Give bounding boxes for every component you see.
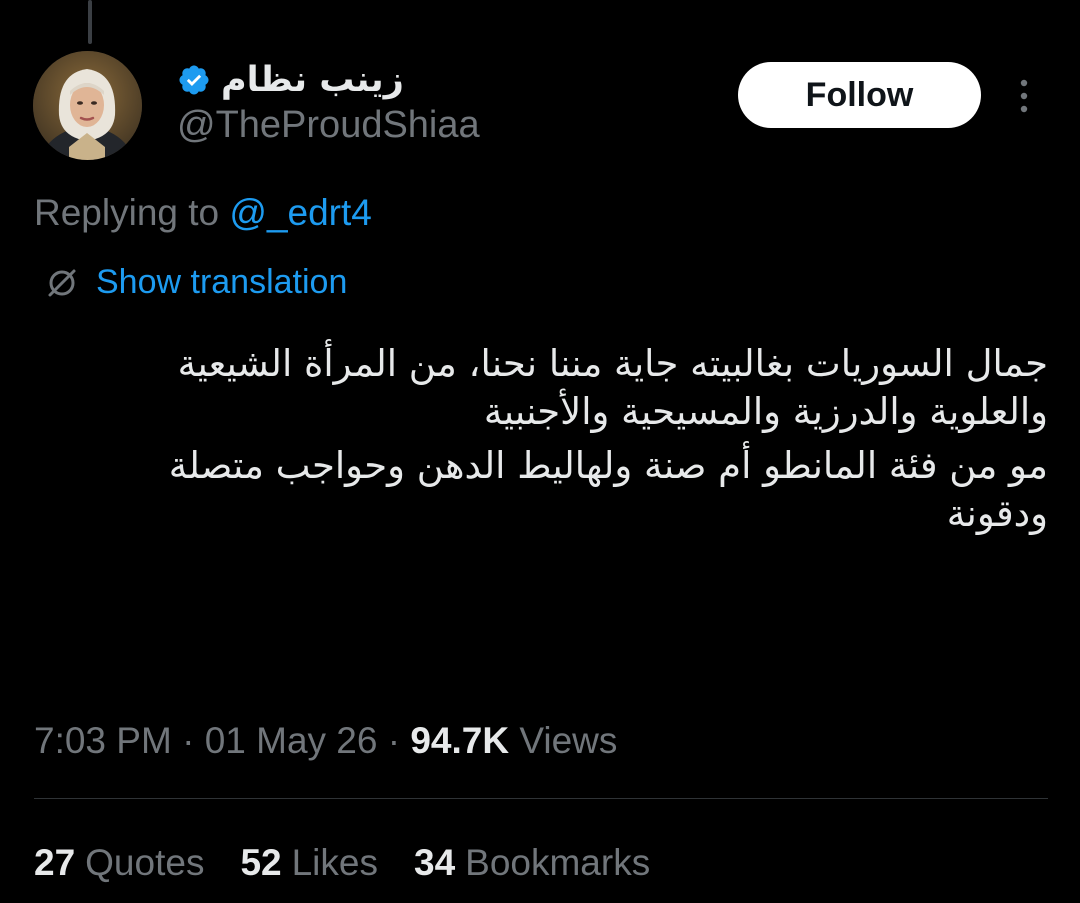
- likes-label: Likes: [291, 842, 378, 883]
- tweet-paragraph: مو من فئة المانطو أم صنة ولهاليط الدهن و…: [168, 444, 1048, 535]
- tweet-paragraph: جمال السوريات بغالبيته جاية مننا نحنا، م…: [177, 342, 1048, 433]
- author-name-row: زينب نظام: [177, 60, 404, 100]
- bookmarks-count: 34: [414, 842, 456, 883]
- tweet-time[interactable]: 7:03 PM: [34, 720, 172, 761]
- likes-stat[interactable]: 52 Likes: [240, 842, 378, 884]
- quotes-stat[interactable]: 27 Quotes: [34, 842, 204, 884]
- more-vertical-icon[interactable]: [1010, 76, 1038, 116]
- quotes-label: Quotes: [85, 842, 205, 883]
- replying-to-prefix: Replying to: [34, 192, 230, 233]
- engagement-stats: 27 Quotes 52 Likes 34 Bookmarks: [34, 842, 650, 884]
- thread-connector-line: [88, 0, 92, 44]
- bookmarks-stat[interactable]: 34 Bookmarks: [414, 842, 650, 884]
- globe-icon: [48, 269, 76, 296]
- tweet-date[interactable]: 01 May 26: [205, 720, 378, 761]
- views-label: Views: [519, 720, 618, 761]
- show-translation-link[interactable]: Show translation: [96, 263, 347, 302]
- likes-count: 52: [240, 842, 282, 883]
- avatar-image: [33, 51, 142, 160]
- tweet-text: جمال السوريات بغالبيته جاية مننا نحنا، م…: [30, 340, 1048, 544]
- divider: [34, 798, 1048, 799]
- avatar[interactable]: [33, 51, 142, 160]
- meta-separator: ·: [387, 720, 401, 761]
- views-count: 94.7K: [410, 720, 510, 761]
- verified-badge-icon: [179, 65, 209, 95]
- meta-separator: ·: [182, 720, 195, 761]
- replying-to-line: Replying to @_edrt4: [34, 192, 372, 234]
- tweet-meta: 7:03 PM · 01 May 26 · 94.7K Views: [34, 720, 617, 762]
- author-display-name[interactable]: زينب نظام: [221, 60, 404, 100]
- translation-row[interactable]: Show translation: [44, 263, 347, 302]
- reply-mention-link[interactable]: @_edrt4: [229, 192, 371, 233]
- author-handle[interactable]: @TheProudShiaa: [177, 104, 480, 147]
- follow-button[interactable]: Follow: [738, 62, 981, 128]
- quotes-count: 27: [34, 842, 76, 883]
- bookmarks-label: Bookmarks: [465, 842, 651, 883]
